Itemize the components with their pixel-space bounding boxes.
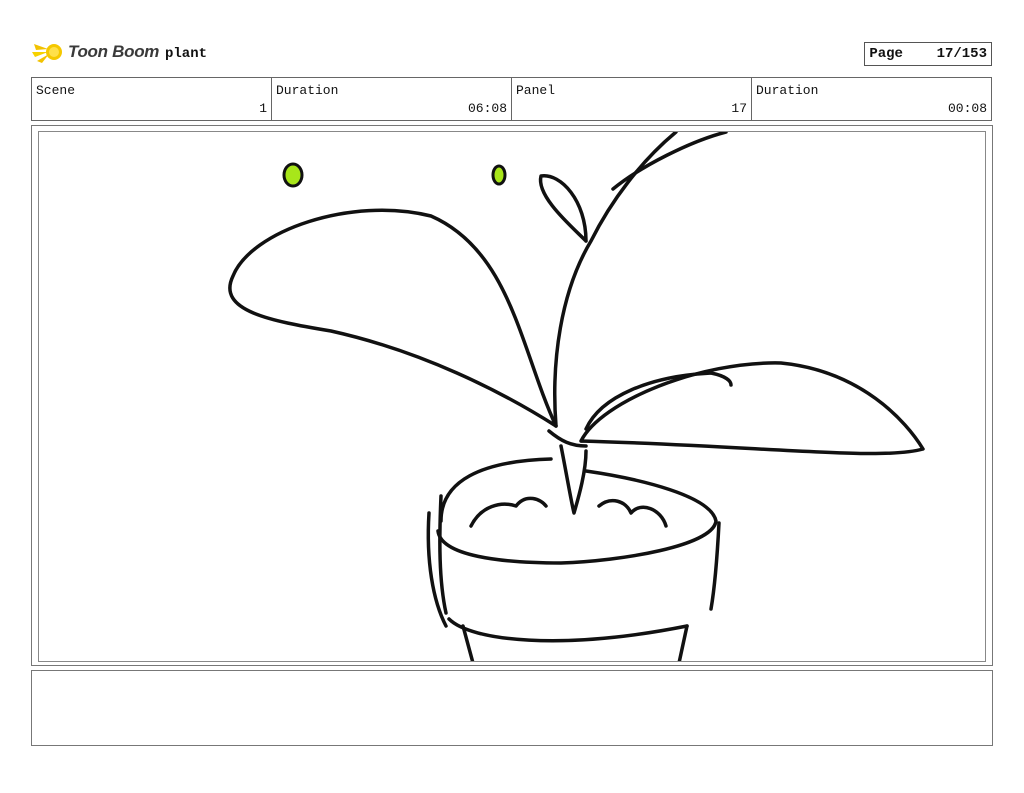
project-name: plant [165,46,208,62]
right-leaf [579,361,925,456]
panel-label: Panel [516,83,556,98]
center-sprout [559,444,588,515]
page-indicator: Page 17/153 [864,42,992,66]
soil [469,496,668,528]
panel-info-bar: Scene 1 Duration 06:08 Panel 17 Duration… [31,77,992,121]
pot-right-side [709,521,721,611]
logo-wordmark: Toon Boom [68,42,160,61]
scene-duration-cell: Duration 06:08 [272,78,512,120]
right-eye [491,164,507,186]
page-label: Page [869,46,903,62]
scene-label: Scene [36,83,76,98]
left-eye [282,162,304,188]
pot-rim [436,457,718,565]
panel-value: 17 [731,101,747,116]
panel-cell: Panel 17 [512,78,752,120]
panel-duration-cell: Duration 00:08 [752,78,991,120]
page-number: 17/153 [936,46,987,62]
scene-duration-value: 06:08 [467,101,507,116]
panel-duration-value: 00:08 [947,101,987,116]
scene-duration-label: Duration [276,83,339,98]
plant-sketch [228,132,925,661]
star-logo-icon [32,44,62,63]
pot-lower-right [677,624,689,661]
toon-boom-logo: Toon Boom [32,38,159,66]
storyboard-header: Toon Boom plant Page 17/153 [32,36,992,70]
panel-drawing-area [38,131,986,662]
panel-duration-label: Duration [756,83,819,98]
left-leaf [228,208,558,428]
scene-value: 1 [259,101,267,116]
panel-notes-box [31,670,993,746]
pot-band [447,617,689,643]
right-leaf-inner [584,371,733,431]
scene-cell: Scene 1 [32,78,272,120]
small-leaf [538,174,588,243]
